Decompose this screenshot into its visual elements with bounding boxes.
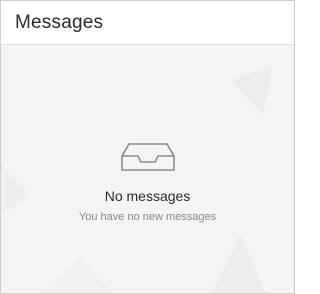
panel-body: No messages You have no new messages <box>1 45 294 293</box>
panel-title: Messages <box>15 11 104 33</box>
panel-header: Messages <box>1 1 294 45</box>
empty-state-subtitle: You have no new messages <box>78 211 217 223</box>
empty-state: No messages You have no new messages <box>1 140 294 223</box>
empty-state-title: No messages <box>104 188 191 204</box>
inbox-icon <box>120 143 175 171</box>
messages-panel: Messages No messages You have no new mes… <box>0 0 295 294</box>
